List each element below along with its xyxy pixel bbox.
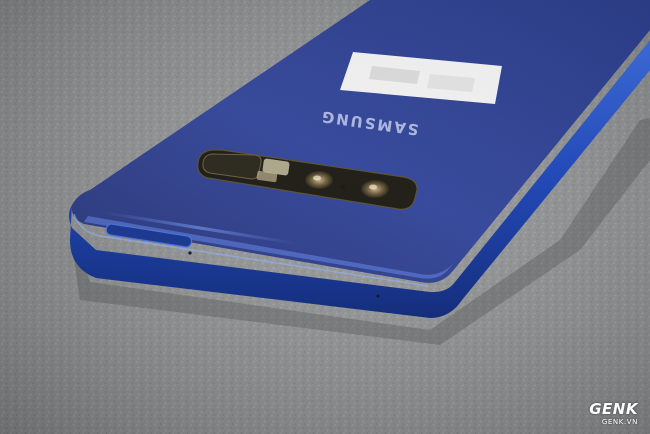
photo-illustration: SAMSUNG — [0, 0, 650, 434]
watermark: GENK GENK.VN — [589, 402, 638, 426]
watermark-domain: GENK.VN — [601, 418, 638, 426]
photo-scene: SAMSUNG GENK GENK.VN — [0, 0, 650, 434]
watermark-brand: GENK — [589, 400, 638, 418]
